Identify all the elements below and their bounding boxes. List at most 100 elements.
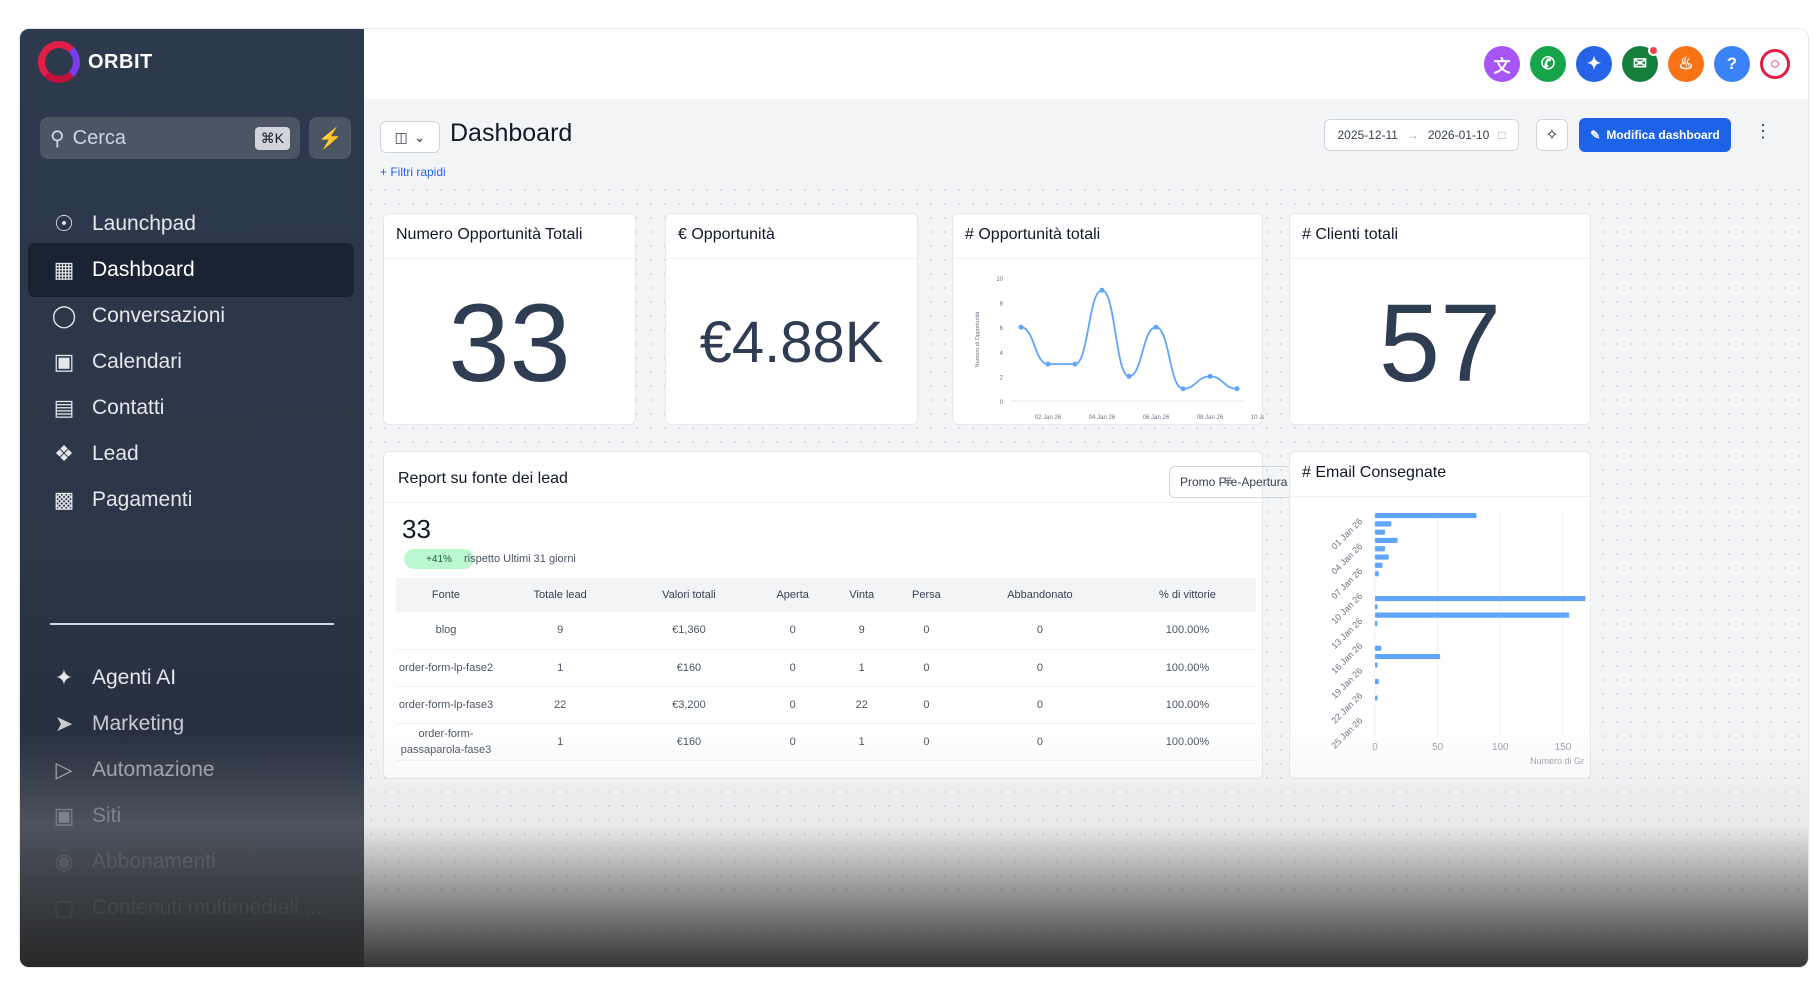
table-cell: 1 — [831, 723, 892, 761]
data-point — [1180, 386, 1186, 392]
bar — [1375, 562, 1383, 568]
sidebar-item-contenuti[interactable]: ▢ Contenuti multimediali ... — [28, 881, 354, 935]
card-title: Numero Opportunità Totali — [396, 226, 583, 243]
quick-filters-link[interactable]: + Filtri rapidi — [380, 165, 446, 179]
filter-settings-icon[interactable]: ≡ — [1224, 472, 1232, 488]
sidebar-item-label: Abbonamenti — [92, 850, 216, 873]
card-title: # Opportunità totali — [965, 226, 1101, 243]
bar — [1375, 604, 1378, 610]
card-clients: # Clienti totali 57 — [1289, 213, 1591, 425]
translate-icon[interactable]: 文 — [1484, 46, 1520, 82]
edit-dashboard-button[interactable]: ✎ Modifica dashboard — [1579, 118, 1731, 152]
data-point — [1207, 373, 1213, 379]
table-cell: €3,200 — [624, 686, 754, 724]
plus-icon: + — [380, 165, 391, 179]
y-tick-label: 8 — [1000, 302, 1004, 308]
bar — [1375, 695, 1378, 701]
opportunity-value-value: €4.88K — [699, 310, 884, 375]
sidebar-item-label: Agenti AI — [92, 666, 177, 689]
phone-icon[interactable]: ✆ — [1530, 46, 1566, 82]
sidebar-item-label: Launchpad — [92, 212, 196, 235]
comparison-text: rispetto Ultimi 31 giorni — [464, 553, 576, 565]
bar — [1375, 513, 1477, 519]
email-bar-chart: 0 50 100 15001 Jan 2604 Jan 2607 Jan 2610 J… — [1329, 512, 1586, 766]
edit-dashboard-label: Modifica dashboard — [1606, 128, 1720, 142]
top-bar: 文 ✆ ✦ ✉ ♨ ? ○ — [364, 29, 1808, 99]
sidebar-divider — [50, 623, 334, 625]
sidebar-item-label: Calendari — [92, 350, 182, 373]
table-cell: order-form-passaparola-fase3 — [396, 723, 496, 761]
column-header[interactable]: Totale lead — [496, 578, 625, 612]
layout-toggle-button[interactable]: ◫ ⌄ — [380, 121, 440, 153]
ai-sparkle-icon[interactable]: ✦ — [1576, 46, 1612, 82]
sidebar-item-label: Marketing — [92, 712, 185, 735]
table-cell: 0 — [753, 649, 832, 687]
card-title: # Clienti totali — [1302, 226, 1399, 243]
sidebar-item-label: Automazione — [92, 758, 215, 781]
arrow-right-icon: → — [1406, 128, 1419, 142]
badge-icon: ◉ — [54, 849, 74, 874]
lead-source-table: Fonte Totale lead Valori totali Aperta Vinta… — [396, 578, 1256, 761]
dashboard-header: ◫ ⌄ Dashboard + Filtri rapidi 2025-12-11… — [364, 99, 1808, 187]
column-header[interactable]: Persa — [891, 578, 962, 612]
quick-action-button[interactable]: ⚡ — [309, 117, 351, 159]
more-options-icon[interactable]: ⋮ — [1754, 121, 1772, 142]
x-tick-label: 0 — [1372, 742, 1378, 753]
table-row: order-form-passaparola-fase3 1 €160 0 1 0 0 100… — [396, 723, 1256, 761]
sidebar-item-pagamenti[interactable]: ▩ Pagamenti — [28, 473, 354, 527]
chat-icon: ◯ — [51, 303, 77, 328]
column-header[interactable]: Vinta — [831, 578, 892, 612]
table-cell: 1 — [496, 723, 625, 761]
bar — [1375, 595, 1586, 602]
card-divider — [666, 258, 917, 259]
report-total: 33 — [402, 514, 431, 544]
bar — [1375, 554, 1389, 560]
y-tick-label: 0 — [1000, 400, 1004, 406]
data-point — [1018, 324, 1024, 330]
table-cell: order-form-lp-fase3 — [396, 686, 496, 724]
megaphone-icon[interactable]: ✉ — [1622, 45, 1659, 82]
card-opportunity-count: Numero Opportunità Totali 33 — [383, 213, 636, 425]
opportunity-line-chart: 0 2 4 6 8 10 Numero di Opportunità 02 Jan 26 04 … — [975, 277, 1264, 421]
column-header[interactable]: Aperta — [753, 578, 832, 612]
sidebar-item-label: Pagamenti — [92, 488, 193, 511]
image-icon: ▢ — [53, 895, 75, 920]
table-cell: 22 — [496, 686, 625, 724]
x-axis-label: Numero di Gr — [1530, 756, 1584, 766]
table-cell: 0 — [961, 723, 1119, 761]
app-name: ORBIT — [88, 50, 153, 73]
sidebar-item-label: Lead — [92, 442, 139, 465]
table-cell: 0 — [961, 612, 1119, 650]
column-header[interactable]: Fonte — [396, 578, 496, 612]
magic-wand-button[interactable]: ✧ — [1536, 119, 1568, 151]
opportunity-count-value: 33 — [448, 282, 571, 405]
search-input[interactable]: ⚲ Cerca ⌘K — [40, 117, 300, 159]
logo[interactable]: ORBIT — [38, 41, 153, 83]
column-header[interactable]: % di vittorie — [1118, 578, 1256, 612]
y-tick-label: 10 — [996, 277, 1003, 283]
x-tick-label: 150 — [1555, 742, 1572, 753]
table-cell: 0 — [891, 723, 962, 761]
sidebar-item-label: Contenuti multimediali ... — [92, 896, 322, 919]
sidebar: ORBIT ⚲ Cerca ⌘K ⚡ ☉ Launchpad ▦ Dashboa… — [20, 29, 364, 967]
x-tick-label: 02 Jan 26 — [1035, 415, 1062, 421]
table-cell: 100.00% — [1118, 723, 1256, 761]
app-window: ORBIT ⚲ Cerca ⌘K ⚡ ☉ Launchpad ▦ Dashboa… — [19, 28, 1809, 968]
table-cell: 9 — [496, 612, 625, 650]
rocket-icon: ☉ — [54, 211, 74, 236]
account-icon[interactable]: ○ — [1760, 49, 1790, 79]
card-opportunity-value: € Opportunità €4.88K — [665, 213, 918, 425]
date-range-picker[interactable]: 2025-12-11 → 2026-01-10 □ — [1324, 119, 1519, 151]
globe-icon: ▣ — [53, 803, 75, 828]
card-email-delivered: # Email Consegnate 0 50 100 150 01 Jan 26 04 … — [1289, 451, 1591, 779]
bell-icon[interactable]: ♨ — [1668, 46, 1704, 82]
table-cell: blog — [396, 612, 496, 650]
column-header[interactable]: Valori totali — [624, 578, 754, 612]
column-header[interactable]: Abbandonato — [961, 578, 1119, 612]
pipeline-select-value: Promo Pre-Apertura — [1180, 475, 1288, 489]
notification-dot — [1648, 45, 1659, 56]
bar — [1375, 521, 1392, 527]
bar — [1375, 645, 1382, 651]
help-icon[interactable]: ? — [1714, 46, 1750, 82]
table-cell: order-form-lp-fase2 — [396, 649, 496, 687]
